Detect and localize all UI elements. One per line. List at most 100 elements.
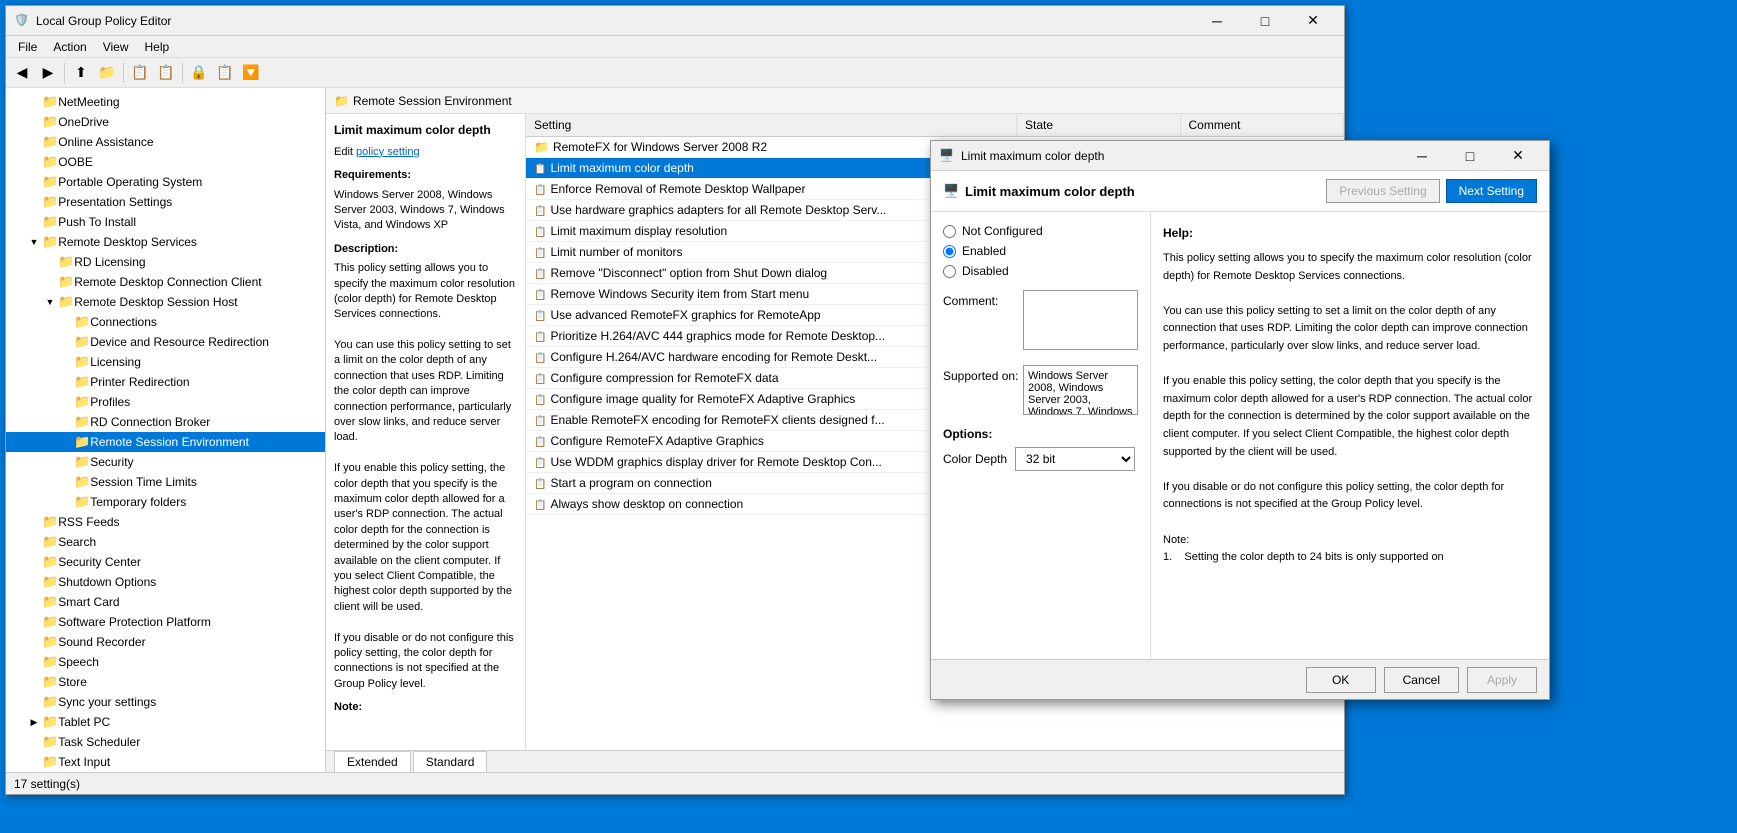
tree-item-rdcc[interactable]: 📁 Remote Desktop Connection Client: [6, 272, 325, 292]
view-button[interactable]: 📋: [213, 61, 237, 85]
tree-label: Printer Redirection: [90, 375, 189, 389]
tree-item-store[interactable]: 📁 Store: [6, 672, 325, 692]
expander: ▶: [26, 714, 42, 730]
cancel-button[interactable]: Cancel: [1384, 667, 1459, 693]
back-button[interactable]: ◀: [10, 61, 34, 85]
tree-item-session-limits[interactable]: 📁 Session Time Limits: [6, 472, 325, 492]
menu-file[interactable]: File: [10, 38, 45, 56]
tree-label: Tablet PC: [58, 715, 110, 729]
color-depth-select[interactable]: 32 bit 8 bit 15 bit 16 bit 24 bit Client…: [1015, 447, 1135, 471]
radio-enabled: Enabled: [943, 244, 1138, 258]
tree-item-online-assistance[interactable]: 📁 Online Assistance: [6, 132, 325, 152]
maximize-button[interactable]: □: [1242, 6, 1288, 36]
ok-button[interactable]: OK: [1306, 667, 1376, 693]
tree-item-spp[interactable]: 📁 Software Protection Platform: [6, 612, 325, 632]
radio-disabled-input[interactable]: [943, 265, 956, 278]
description-text: This policy setting allows you to specif…: [334, 261, 517, 692]
tree-item-licensing[interactable]: 📁 Licensing: [6, 352, 325, 372]
tree-item-oobe[interactable]: 📁 OOBE: [6, 152, 325, 172]
tree-label: RD Connection Broker: [90, 415, 210, 429]
dialog-minimize[interactable]: ─: [1399, 141, 1445, 171]
tree-item-tablet-pc[interactable]: ▶ 📁 Tablet PC: [6, 712, 325, 732]
tree-item-security[interactable]: 📁 Security: [6, 452, 325, 472]
tree-item-sync-settings[interactable]: 📁 Sync your settings: [6, 692, 325, 712]
note-label: Note:: [334, 700, 517, 715]
properties-button[interactable]: 📋: [128, 61, 152, 85]
policy-icon: 📋: [534, 248, 546, 259]
tree-item-profiles[interactable]: 📁 Profiles: [6, 392, 325, 412]
tree-item-netmeeting[interactable]: 📁 NetMeeting: [6, 92, 325, 112]
expander: [26, 534, 42, 550]
tree-item-rd-connection-broker[interactable]: 📁 RD Connection Broker: [6, 412, 325, 432]
tree-item-device-redirection[interactable]: 📁 Device and Resource Redirection: [6, 332, 325, 352]
tree-item-rss[interactable]: 📁 RSS Feeds: [6, 512, 325, 532]
radio-disabled-label: Disabled: [962, 264, 1009, 278]
dialog-maximize[interactable]: □: [1447, 141, 1493, 171]
tree-item-security-center[interactable]: 📁 Security Center: [6, 552, 325, 572]
tree-item-connections[interactable]: 📁 Connections: [6, 312, 325, 332]
tree-panel: 📁 NetMeeting 📁 OneDrive 📁 Online Assista…: [6, 88, 326, 772]
tree-label: OneDrive: [58, 115, 109, 129]
expander: [26, 154, 42, 170]
dialog-header-title-text: Limit maximum color depth: [965, 184, 1135, 199]
menu-help[interactable]: Help: [137, 38, 178, 56]
tree-item-remote-session[interactable]: 📁 Remote Session Environment: [6, 432, 325, 452]
dialog-close[interactable]: ✕: [1495, 141, 1541, 171]
tab-extended[interactable]: Extended: [334, 751, 411, 772]
tree-item-speech[interactable]: 📁 Speech: [6, 652, 325, 672]
toolbar-divider-1: [64, 63, 65, 83]
up-button[interactable]: ⬆: [69, 61, 93, 85]
apply-button[interactable]: Apply: [1467, 667, 1537, 693]
folder-button[interactable]: 📁: [95, 61, 119, 85]
color-depth-label: Color Depth: [943, 452, 1007, 466]
menu-action[interactable]: Action: [45, 38, 94, 56]
tree-item-sound-recorder[interactable]: 📁 Sound Recorder: [6, 632, 325, 652]
breadcrumb-bar: 📁 Remote Session Environment: [326, 88, 1344, 114]
tree-item-text-input[interactable]: 📁 Text Input: [6, 752, 325, 772]
window-controls: ─ □ ✕: [1194, 6, 1336, 36]
folder-icon: 📁: [42, 554, 58, 570]
radio-not-configured-input[interactable]: [943, 225, 956, 238]
tree-item-rds[interactable]: ▼ 📁 Remote Desktop Services: [6, 232, 325, 252]
radio-enabled-input[interactable]: [943, 245, 956, 258]
security-button[interactable]: 🔒: [187, 61, 211, 85]
menu-view[interactable]: View: [95, 38, 137, 56]
dialog-footer: OK Cancel Apply: [931, 659, 1549, 699]
policy-icon: 📋: [534, 458, 546, 469]
tree-item-portable-os[interactable]: 📁 Portable Operating System: [6, 172, 325, 192]
forward-button[interactable]: ▶: [36, 61, 60, 85]
color-depth-row: Color Depth 32 bit 8 bit 15 bit 16 bit 2…: [943, 447, 1138, 471]
status-bar: 17 setting(s): [6, 772, 1344, 794]
comment-input[interactable]: [1023, 290, 1138, 350]
minimize-button[interactable]: ─: [1194, 6, 1240, 36]
tree-item-printer-redirection[interactable]: 📁 Printer Redirection: [6, 372, 325, 392]
close-button[interactable]: ✕: [1290, 6, 1336, 36]
next-setting-button[interactable]: Next Setting: [1446, 179, 1537, 203]
tree-item-search[interactable]: 📁 Search: [6, 532, 325, 552]
tree-item-task-scheduler[interactable]: 📁 Task Scheduler: [6, 732, 325, 752]
tree-item-smart-card[interactable]: 📁 Smart Card: [6, 592, 325, 612]
expander: ▼: [26, 234, 42, 250]
tree-item-rdsh[interactable]: ▼ 📁 Remote Desktop Session Host: [6, 292, 325, 312]
filter-button[interactable]: 🔽: [239, 61, 263, 85]
tree-item-onedrive[interactable]: 📁 OneDrive: [6, 112, 325, 132]
folder-icon: 📁: [58, 254, 74, 270]
tree-item-presentation[interactable]: 📁 Presentation Settings: [6, 192, 325, 212]
toolbar-divider-2: [123, 63, 124, 83]
tree-item-push-install[interactable]: 📁 Push To Install: [6, 212, 325, 232]
expander: [26, 114, 42, 130]
tab-standard[interactable]: Standard: [413, 751, 488, 772]
tree-label: Store: [58, 675, 87, 689]
description-label: Description:: [334, 242, 517, 257]
tree-item-temp-folders[interactable]: 📁 Temporary folders: [6, 492, 325, 512]
requirements-text: Windows Server 2008, Windows Server 2003…: [334, 188, 517, 234]
policy-link[interactable]: policy setting: [356, 146, 420, 158]
tree-label: Licensing: [90, 355, 141, 369]
prev-setting-button[interactable]: Previous Setting: [1326, 179, 1439, 203]
tree-item-rd-licensing[interactable]: 📁 RD Licensing: [6, 252, 325, 272]
tree-item-shutdown[interactable]: 📁 Shutdown Options: [6, 572, 325, 592]
export-button[interactable]: 📋: [154, 61, 178, 85]
tree-label: Remote Session Environment: [90, 435, 249, 449]
col-state: State: [1017, 114, 1181, 137]
policy-icon: 📋: [534, 437, 546, 448]
